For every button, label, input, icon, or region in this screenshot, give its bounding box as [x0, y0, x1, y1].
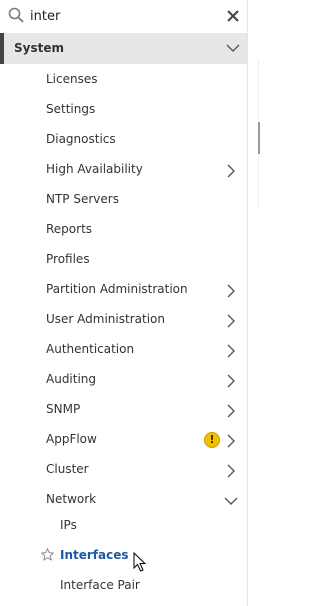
- chevron-right-icon: [227, 284, 235, 298]
- nav-item-auditing[interactable]: Auditing: [0, 365, 247, 395]
- nav-item-label: User Administration: [46, 312, 165, 326]
- chevron-down-icon: [224, 497, 238, 505]
- search-icon: [8, 7, 24, 23]
- nav-item-label: Reports: [46, 222, 93, 236]
- nav-item-diagnostics[interactable]: Diagnostics: [0, 125, 247, 155]
- section-system[interactable]: System: [0, 33, 247, 64]
- nav-item-cluster[interactable]: Cluster: [0, 455, 247, 485]
- section-label: System: [14, 41, 64, 55]
- nav-item-label: SNMP: [46, 402, 81, 416]
- search-input[interactable]: [30, 5, 210, 27]
- nav-item-label: High Availability: [46, 162, 143, 176]
- nav-item-label: Diagnostics: [46, 132, 116, 146]
- chevron-right-icon: [227, 374, 235, 388]
- search-bar: [0, 0, 247, 32]
- nav-item-label: NTP Servers: [46, 192, 119, 206]
- nav-item-label: Interface Pair: [60, 578, 140, 592]
- chevron-right-icon: [227, 404, 235, 418]
- nav-item-label: Network: [46, 492, 97, 506]
- nav-item-label: Cluster: [46, 462, 89, 476]
- close-icon[interactable]: [225, 8, 241, 24]
- chevron-right-icon: [227, 464, 235, 478]
- nav-item-label: Licenses: [46, 72, 98, 86]
- nav-item-appflow[interactable]: AppFlow !: [0, 425, 247, 455]
- nav-item-authentication[interactable]: Authentication: [0, 335, 247, 365]
- nav-item-user-administration[interactable]: User Administration: [0, 305, 247, 335]
- chevron-down-icon: [226, 44, 240, 52]
- chevron-right-icon: [227, 344, 235, 358]
- nav-item-label: IPs: [60, 518, 77, 532]
- nav-item-label: AppFlow: [46, 432, 97, 446]
- nav-item-profiles[interactable]: Profiles: [0, 245, 247, 275]
- content-marker: [258, 122, 260, 154]
- nav-item-label: Settings: [46, 102, 96, 116]
- nav-item-label: Partition Administration: [46, 282, 188, 296]
- content-area-edge: [248, 0, 260, 606]
- warning-icon: !: [204, 432, 220, 448]
- chevron-right-icon: [227, 164, 235, 178]
- chevron-right-icon: [227, 434, 235, 448]
- nav-item-ntp-servers[interactable]: NTP Servers: [0, 185, 247, 215]
- navigation-panel: System Licenses Settings Diagnostics Hig…: [0, 0, 248, 606]
- nav-item-partition-administration[interactable]: Partition Administration: [0, 275, 247, 305]
- nav-item-snmp[interactable]: SNMP: [0, 395, 247, 425]
- nav-item-label: Profiles: [46, 252, 90, 266]
- nav-item-licenses[interactable]: Licenses: [0, 65, 247, 95]
- nav-item-interface-pair[interactable]: Interface Pair: [0, 571, 247, 601]
- chevron-right-icon: [227, 314, 235, 328]
- nav-item-ips[interactable]: IPs: [0, 511, 247, 541]
- nav-item-label: Interfaces: [60, 548, 129, 562]
- nav-item-label: Auditing: [46, 372, 97, 386]
- nav-item-reports[interactable]: Reports: [0, 215, 247, 245]
- nav-item-label: Authentication: [46, 342, 135, 356]
- star-icon[interactable]: [41, 548, 54, 561]
- nav-item-settings[interactable]: Settings: [0, 95, 247, 125]
- nav-item-high-availability[interactable]: High Availability: [0, 155, 247, 185]
- nav-item-interfaces[interactable]: Interfaces: [0, 541, 247, 571]
